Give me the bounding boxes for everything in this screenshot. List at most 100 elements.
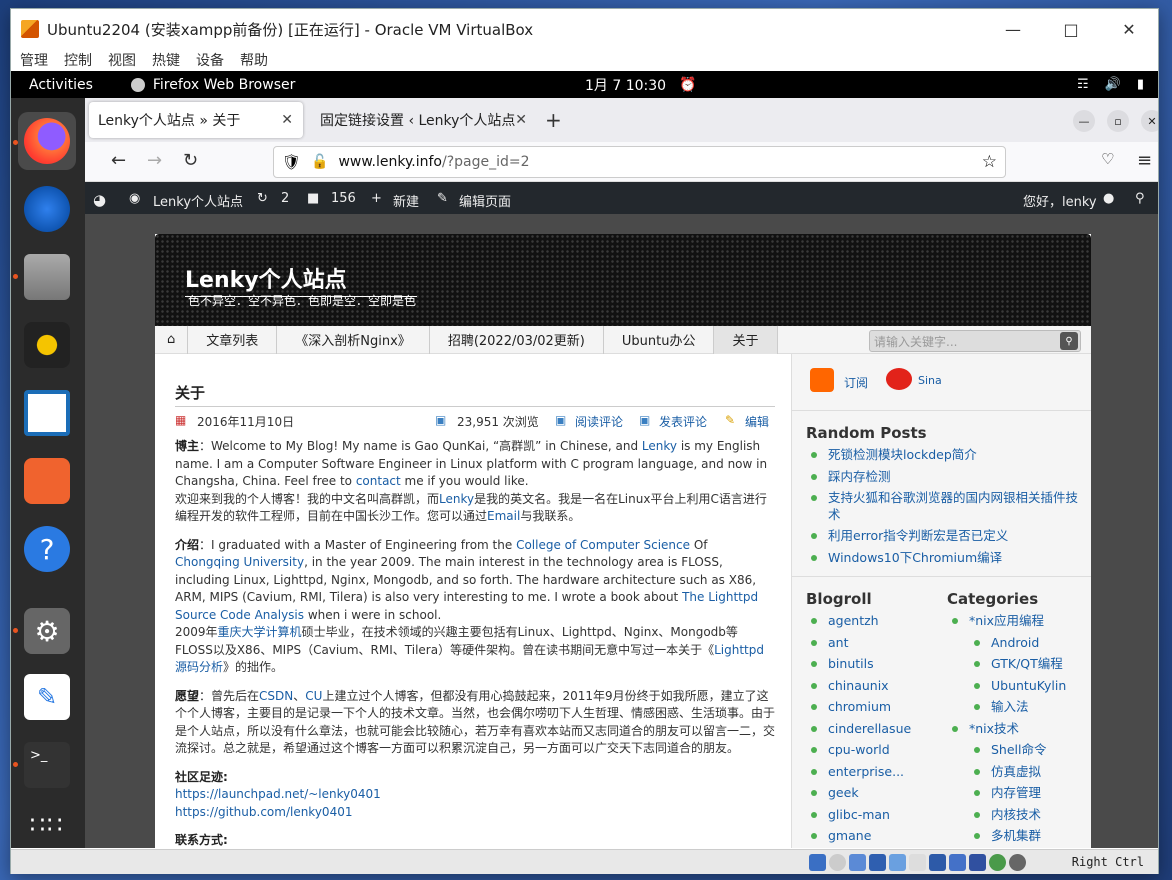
read-comments-link[interactable]: 阅读评论	[575, 413, 623, 430]
guest-screen[interactable]: Activities Firefox Web Browser 1月 7 10:3…	[11, 71, 1158, 848]
category-item[interactable]: 内核技术	[947, 804, 1087, 826]
guest-additions-icon[interactable]	[989, 854, 1006, 871]
category-item[interactable]: UbuntuKylin	[947, 675, 1087, 697]
nav-item-nginx[interactable]: 《深入剖析Nginx》	[277, 325, 430, 354]
network-adapter-icon[interactable]	[869, 854, 886, 871]
category-item[interactable]: 输入法	[947, 696, 1087, 718]
menu-view[interactable]: 视图	[108, 50, 136, 70]
sina-link[interactable]: Sina	[918, 374, 942, 387]
category-item[interactable]: 仿真虚拟	[947, 761, 1087, 783]
cqu-link[interactable]: 重庆大学计算机	[218, 625, 302, 639]
dock-firefox[interactable]	[18, 112, 76, 170]
clock[interactable]: 1月 7 10:30	[585, 75, 666, 95]
shared-folders-icon[interactable]	[909, 854, 926, 871]
hdd-icon[interactable]	[809, 854, 826, 871]
rss-icon[interactable]	[810, 368, 834, 392]
menu-devices[interactable]: 设备	[196, 50, 224, 70]
comments-count[interactable]: 156	[331, 191, 356, 206]
user-greeting[interactable]: 您好，lenky	[1023, 191, 1097, 210]
nav-item-jobs[interactable]: 招聘(2022/03/02更新)	[430, 325, 604, 354]
list-item[interactable]: Windows10下Chromium编译	[806, 547, 1086, 569]
new-tab-button[interactable]: +	[545, 108, 562, 132]
menu-help[interactable]: 帮助	[240, 50, 268, 70]
window-titlebar[interactable]: Ubuntu2204 (安装xampp前备份) [正在运行] - Oracle …	[11, 9, 1158, 49]
recording-icon[interactable]	[949, 854, 966, 871]
dock-help[interactable]: ?	[18, 520, 76, 578]
audio-icon[interactable]	[849, 854, 866, 871]
edit-link[interactable]: 编辑	[745, 413, 769, 430]
nav-item-articles[interactable]: 文章列表	[188, 325, 278, 354]
menu-control[interactable]: 控制	[64, 50, 92, 70]
dock-software[interactable]	[18, 452, 76, 510]
search-icon[interactable]: ⚲	[1060, 332, 1078, 350]
reload-button[interactable]: ↻	[183, 150, 198, 171]
category-item[interactable]: 内存管理	[947, 782, 1087, 804]
dock-files[interactable]	[18, 248, 76, 306]
weibo-icon[interactable]	[886, 368, 912, 390]
list-item[interactable]: gmane	[806, 825, 936, 847]
close-tab-icon[interactable]: ✕	[281, 112, 293, 128]
forward-button[interactable]: →	[147, 150, 162, 171]
email-link[interactable]: Email	[487, 509, 520, 523]
site-search-input[interactable]: 请输入关键字... ⚲	[869, 330, 1081, 352]
post-comment-link[interactable]: 发表评论	[659, 413, 707, 430]
ff-close-button[interactable]: ✕	[1141, 110, 1158, 132]
csdn-link[interactable]: CSDN	[259, 689, 293, 703]
address-bar[interactable]: 🛡 🔓 www.lenky.info/?page_id=2 ☆	[273, 146, 1006, 178]
list-item[interactable]: chinaunix	[806, 675, 936, 697]
maximize-button[interactable]: □	[1042, 9, 1100, 49]
list-item[interactable]: 死锁检测模块lockdep简介	[806, 444, 1086, 466]
list-item[interactable]: enterprise...	[806, 761, 936, 783]
list-item[interactable]: glibc-man	[806, 804, 936, 826]
tab-about[interactable]: Lenky个人站点 » 关于 ✕	[89, 102, 303, 138]
lenky-link[interactable]: Lenky	[642, 439, 677, 453]
list-item[interactable]: cpu-world	[806, 739, 936, 761]
list-item[interactable]: cinderellasue	[806, 718, 936, 740]
list-item[interactable]: geek	[806, 782, 936, 804]
close-button[interactable]: ✕	[1100, 9, 1158, 49]
category-item[interactable]: 多机集群	[947, 825, 1087, 847]
list-item[interactable]: binutils	[806, 653, 936, 675]
display-icon[interactable]	[929, 854, 946, 871]
ff-restore-button[interactable]: ▫	[1107, 110, 1129, 132]
updates-count[interactable]: 2	[281, 191, 289, 206]
minimize-button[interactable]: —	[984, 9, 1042, 49]
page-viewport[interactable]: Lenky个人站点 色不异空．空不异色．色即是空．空即是色 ⌂ 文章列表 《深入…	[85, 214, 1158, 848]
cu-link[interactable]: CU	[305, 689, 322, 703]
dock-text-editor[interactable]: ✎	[18, 668, 76, 726]
category-item[interactable]: GTK/QT编程	[947, 653, 1087, 675]
insecure-lock-icon[interactable]: 🔓	[311, 154, 328, 170]
nav-item-ubuntu[interactable]: Ubuntu办公	[604, 325, 715, 354]
wp-site-link[interactable]: Lenky个人站点	[153, 191, 243, 210]
dock-terminal[interactable]: >_	[18, 736, 76, 794]
dock-writer[interactable]	[18, 384, 76, 442]
hamburger-menu-icon[interactable]: ≡	[1137, 150, 1152, 171]
system-tray[interactable]: ☶ 🔊 ▮	[1077, 77, 1144, 92]
list-item[interactable]: 支持火狐和谷歌浏览器的国内网银相关插件技术	[806, 487, 1086, 525]
edit-page-link[interactable]: 编辑页面	[459, 191, 511, 210]
home-icon[interactable]: ⌂	[155, 325, 189, 354]
optical-drive-icon[interactable]	[829, 854, 846, 871]
tab-permalink[interactable]: 固定链接设置 ‹ Lenky个人站点 ✕	[311, 102, 531, 138]
user-avatar-icon[interactable]: ●	[1103, 191, 1114, 206]
bookmark-star-icon[interactable]: ☆	[982, 152, 997, 172]
list-item[interactable]: agentzh	[806, 610, 936, 632]
lenky-link[interactable]: Lenky	[439, 492, 474, 506]
category-item[interactable]: Shell命令	[947, 739, 1087, 761]
university-link[interactable]: Chongqing University	[175, 555, 304, 569]
vt-x-icon[interactable]	[969, 854, 986, 871]
category-item[interactable]: Android	[947, 632, 1087, 654]
back-button[interactable]: ←	[111, 150, 126, 171]
pocket-icon[interactable]: ♡	[1101, 150, 1114, 168]
dock-settings[interactable]: ⚙	[18, 602, 76, 660]
subscribe-link[interactable]: 订阅	[844, 374, 868, 391]
list-item[interactable]: chromium	[806, 696, 936, 718]
dock-rhythmbox[interactable]	[18, 316, 76, 374]
dock-show-apps[interactable]: ∷∷	[18, 796, 76, 848]
category-item[interactable]: *nix技术	[947, 718, 1087, 740]
list-item[interactable]: 踩内存检测	[806, 466, 1086, 488]
shield-icon[interactable]: 🛡	[282, 153, 301, 171]
launchpad-link[interactable]: https://launchpad.net/~lenky0401	[175, 787, 381, 801]
new-content-link[interactable]: 新建	[393, 191, 419, 210]
wordpress-icon[interactable]: ◕	[93, 191, 106, 209]
